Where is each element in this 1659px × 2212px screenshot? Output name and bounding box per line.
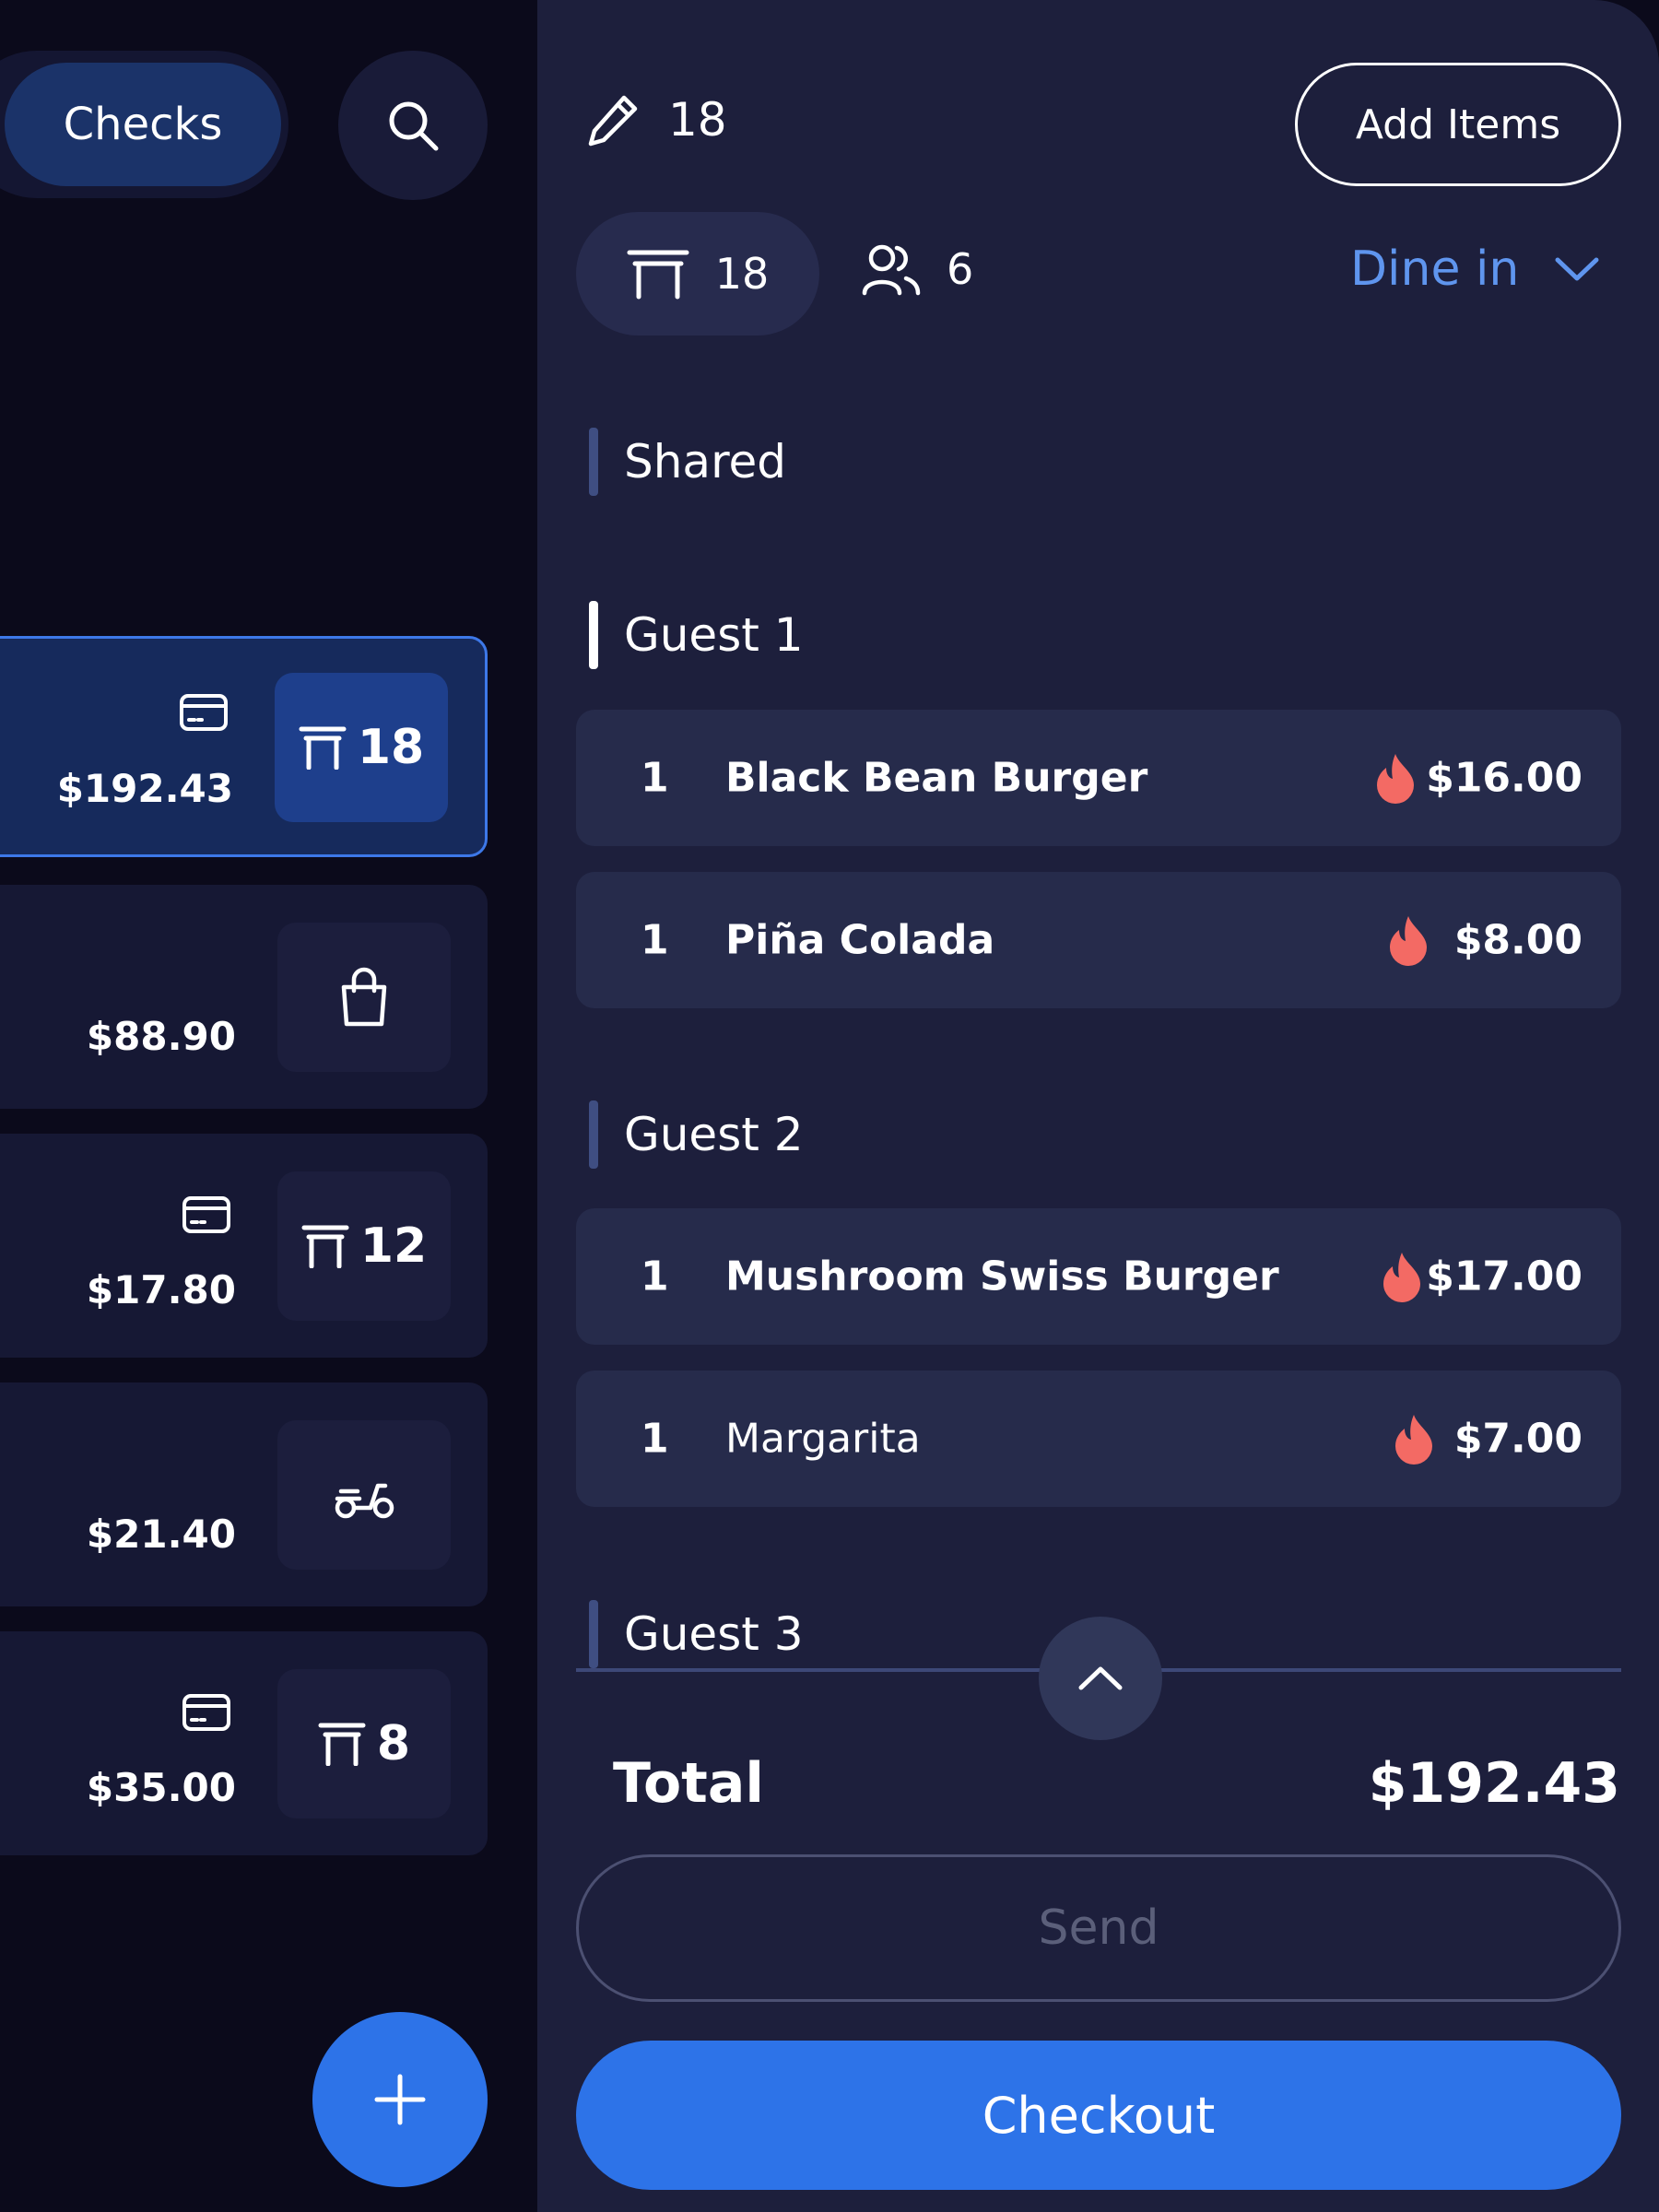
fire-icon [1395,1415,1432,1465]
section-guest-3[interactable]: Guest 3 [589,1600,804,1668]
plus-icon [374,2074,426,2125]
check-amount: $88.90 [86,1014,236,1059]
search-button[interactable] [338,51,488,200]
section-marker [589,1100,598,1169]
order-name: 18 [668,93,727,147]
order-type-dropdown[interactable]: Dine in [1350,241,1600,297]
order-type-badge [277,1420,451,1570]
table-icon [627,250,689,300]
table-number: 8 [376,1716,411,1771]
item-name: Black Bean Burger [725,754,1148,802]
item-price: $7.00 [1453,1415,1583,1463]
order-name-row[interactable]: 18 [585,92,727,147]
check-card[interactable]: $88.90 [0,885,488,1109]
checkout-button[interactable]: Checkout [576,2041,1621,2190]
total-label: Total [613,1751,764,1816]
view-segmented-control: Checks [0,51,288,198]
order-type-label: Dine in [1350,241,1520,297]
section-guest-1[interactable]: Guest 1 [589,601,804,669]
table-selector[interactable]: 18 [576,212,819,335]
check-card[interactable]: $35.00 8 [0,1631,488,1855]
checks-pane: Checks $192.43 18 $88.90 $17.80 12 $21.4… [0,0,537,2212]
table-icon [301,1225,349,1268]
section-marker [589,428,598,496]
table-number: 12 [359,1218,428,1274]
order-type-badge: 18 [275,673,448,822]
order-item[interactable]: 1 Piña Colada $8.00 [576,872,1621,1008]
item-price: $8.00 [1453,916,1583,964]
expand-summary-button[interactable] [1039,1617,1162,1740]
send-button[interactable]: Send [576,1854,1621,2002]
scooter-icon [335,1483,394,1519]
chevron-up-icon [1078,1666,1123,1690]
chevron-down-icon [1555,257,1599,281]
order-type-badge: 8 [277,1669,451,1818]
order-type-badge: 12 [277,1171,451,1321]
item-name: Mushroom Swiss Burger [725,1253,1279,1300]
item-name: Margarita [725,1415,921,1463]
item-price: $16.00 [1426,754,1583,802]
item-price: $17.00 [1426,1253,1583,1300]
search-icon [389,101,439,151]
check-amount: $35.00 [86,1765,236,1810]
card-icon [182,1694,230,1731]
guest-count-selector[interactable]: 6 [862,241,973,297]
fire-icon [1390,916,1427,966]
table-number: 18 [714,249,770,299]
item-name: Piña Colada [725,916,995,964]
check-amount: $192.43 [56,766,233,811]
order-type-badge [277,923,451,1072]
pencil-icon [588,95,638,147]
section-guest-2[interactable]: Guest 2 [589,1100,804,1169]
card-icon [182,1196,230,1233]
bag-icon [341,967,387,1027]
fire-icon [1383,1253,1420,1302]
new-check-button[interactable] [312,2012,488,2187]
card-icon [180,694,228,731]
guest-count: 6 [947,244,974,294]
table-icon [318,1723,366,1766]
order-item[interactable]: 1 Mushroom Swiss Burger $17.00 [576,1208,1621,1345]
order-item[interactable]: 1 Black Bean Burger $16.00 [576,710,1621,846]
section-label: Guest 2 [624,1108,804,1161]
section-label: Shared [624,435,787,488]
check-card[interactable]: $17.80 12 [0,1134,488,1358]
section-marker [589,601,598,669]
table-icon [299,726,347,770]
check-card[interactable]: $192.43 18 [0,636,488,857]
add-items-button[interactable]: Add Items [1295,63,1621,186]
total-value: $192.43 [1368,1751,1620,1816]
check-amount: $21.40 [86,1512,236,1557]
section-label: Guest 3 [624,1607,804,1661]
item-quantity: 1 [641,1415,669,1463]
segment-checks[interactable]: Checks [5,63,281,186]
item-quantity: 1 [641,1253,669,1300]
section-marker [589,1600,598,1668]
section-label: Guest 1 [624,608,804,662]
check-amount: $17.80 [86,1267,236,1312]
check-card[interactable]: $21.40 [0,1382,488,1606]
item-quantity: 1 [641,754,669,802]
order-item[interactable]: 1 Margarita $7.00 [576,1371,1621,1507]
section-shared[interactable]: Shared [589,428,786,496]
table-number: 18 [357,720,425,775]
fire-icon [1377,754,1414,804]
item-quantity: 1 [641,916,669,964]
order-pane: 18 Add Items 18 6 Dine in Shared Guest 1… [537,0,1659,2212]
users-icon [862,244,921,296]
